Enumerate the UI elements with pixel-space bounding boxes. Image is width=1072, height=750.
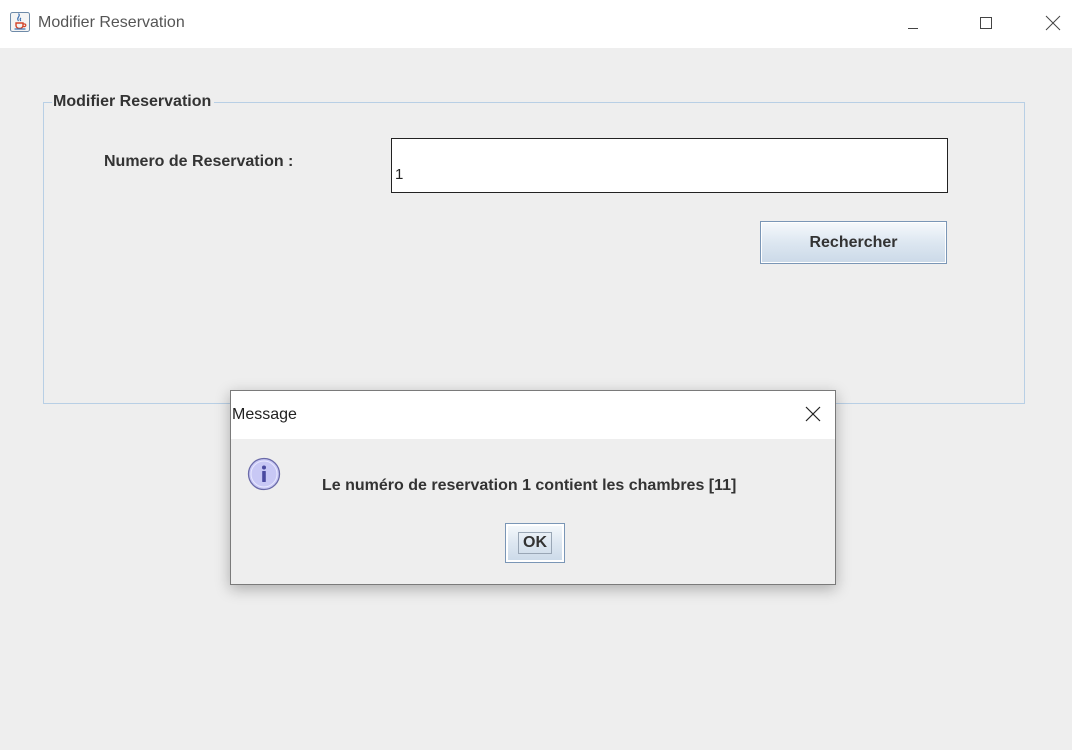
maximize-icon [980, 17, 992, 29]
java-coffee-cup-icon [10, 12, 30, 32]
maximize-button[interactable] [962, 0, 1008, 48]
window-titlebar[interactable]: Modifier Reservation [0, 0, 1072, 48]
minimize-button[interactable] [890, 0, 936, 48]
message-dialog: Message Le numéro de reservation 1 conti… [230, 390, 836, 585]
groupbox-title: Modifier Reservation [52, 93, 215, 111]
reservation-number-input[interactable] [391, 138, 948, 193]
dialog-title: Message [232, 406, 297, 423]
dialog-titlebar[interactable]: Message [231, 391, 835, 439]
info-icon [247, 457, 281, 491]
dialog-message: Le numéro de reservation 1 contient les … [322, 477, 737, 494]
close-button[interactable] [1030, 0, 1072, 48]
ok-button[interactable]: OK [505, 523, 565, 563]
close-icon [1045, 15, 1061, 31]
close-icon [805, 406, 821, 422]
reservation-number-label: Numero de Reservation : [104, 153, 294, 170]
search-button[interactable]: Rechercher [760, 221, 947, 264]
dialog-close-button[interactable] [791, 391, 835, 439]
minimize-icon [908, 28, 918, 29]
ok-button-label: OK [523, 534, 547, 551]
main-window: Modifier Reservation Modifier Reservatio… [0, 0, 1072, 750]
window-title: Modifier Reservation [38, 14, 185, 31]
